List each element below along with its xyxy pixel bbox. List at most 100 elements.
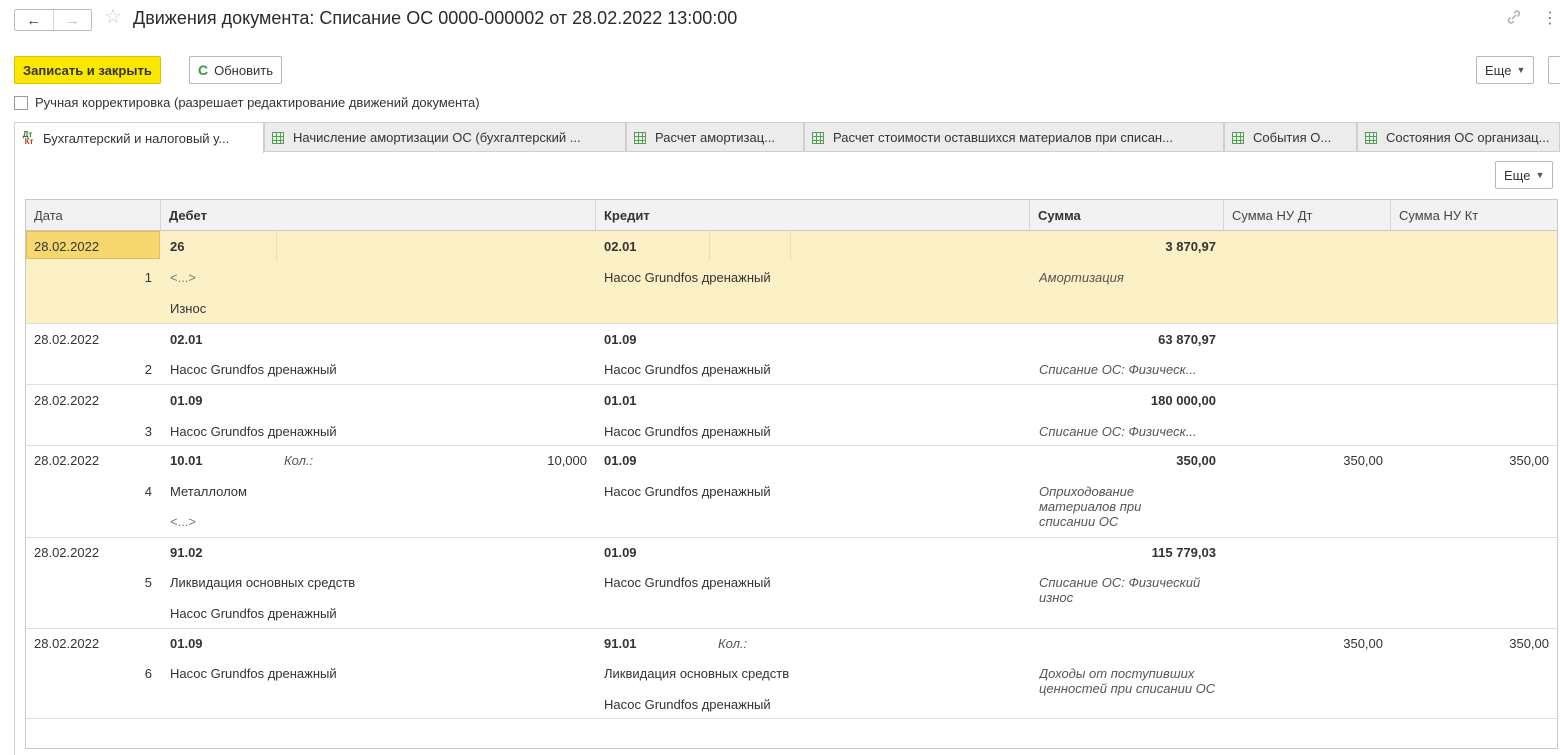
cell-date: 28.02.2022: [34, 332, 100, 347]
cell-debit-account: 26: [170, 239, 185, 254]
tab-events[interactable]: События О...: [1224, 122, 1357, 152]
panel-more-button[interactable]: Еще ▼: [1495, 161, 1554, 189]
register-icon: [1364, 131, 1377, 144]
chevron-down-icon: ▼: [1516, 65, 1526, 75]
more-label: Еще: [1504, 167, 1531, 183]
more-label: Еще: [1485, 62, 1512, 78]
column-header-debit[interactable]: Дебет: [161, 200, 596, 230]
cell-row-number: 2: [144, 362, 152, 377]
tab-label: Состояния ОС организац...: [1386, 130, 1550, 145]
cell-credit-subconto-1: Насос Grundfos дренажный: [604, 484, 771, 499]
cell-nu-kt: 350,00: [1509, 636, 1549, 651]
cell-debit-account: 91.02: [170, 545, 203, 560]
cell-sum: 350,00: [1176, 453, 1216, 468]
cell-sum: 180 000,00: [1150, 393, 1216, 408]
cell-debit-subconto-1: Металлолом: [170, 484, 247, 499]
cell-row-number: 3: [144, 424, 152, 439]
cell-debit-subconto-2: <...>: [170, 514, 197, 529]
cell-sum: 63 870,97: [1158, 332, 1216, 347]
cell-row-number: 4: [144, 484, 152, 499]
cell-date: 28.02.2022: [34, 453, 100, 468]
column-header-nu-kt[interactable]: Сумма НУ Кт: [1391, 200, 1557, 230]
table-row[interactable]: 28.02.2022 1 26 <...> Износ 02.01 Насос …: [26, 231, 1557, 324]
cell-debit-account: 01.09: [170, 636, 203, 651]
window-header: ← → ☆ Движения документа: Списание ОС 00…: [0, 0, 1560, 40]
link-icon[interactable]: [1506, 9, 1522, 30]
cell-credit-account: 91.01: [604, 636, 637, 651]
cell-debit-account: 10.01: [170, 453, 203, 468]
refresh-label: Обновить: [214, 62, 273, 78]
cell-debit-subconto-2: Насос Grundfos дренажный: [170, 606, 337, 621]
cell-credit-subconto-1: Ликвидация основных средств: [604, 666, 790, 681]
tab-accounting[interactable]: Дт Кт Бухгалтерский и налоговый у...: [14, 122, 264, 153]
page-title: Движения документа: Списание ОС 0000-000…: [133, 8, 738, 28]
cell-credit-account: 01.09: [604, 453, 637, 468]
cell-debit-subconto-2: Износ: [170, 301, 207, 316]
manual-edit-label: Ручная корректировка (разрешает редактир…: [35, 95, 480, 110]
navigation-buttons: ← →: [14, 9, 92, 31]
cell-content: Списание ОС: Физическ...: [1039, 362, 1197, 377]
table-row[interactable]: 28.02.2022 2 02.01 Насос Grundfos дренаж…: [26, 324, 1557, 385]
tab-depreciation-accrual[interactable]: Начисление амортизации ОС (бухгалтерский…: [264, 122, 626, 152]
column-header-sum[interactable]: Сумма: [1030, 200, 1224, 230]
forward-arrow-icon[interactable]: →: [54, 10, 92, 30]
cell-content: Амортизация: [1039, 270, 1124, 285]
column-header-date[interactable]: Дата: [26, 200, 161, 230]
tab-remaining-materials[interactable]: Расчет стоимости оставшихся материалов п…: [804, 122, 1224, 152]
extra-toolbar-button[interactable]: [1548, 56, 1560, 84]
more-menu-icon[interactable]: ⋮: [1542, 8, 1558, 28]
table-row[interactable]: 28.02.2022 4 10.01 Кол.: 10,000 Металлол…: [26, 446, 1557, 538]
postings-table[interactable]: Дата Дебет Кредит Сумма Сумма НУ Дт Сумм…: [25, 199, 1558, 749]
cell-credit-account: 01.09: [604, 332, 637, 347]
save-and-close-button[interactable]: Записать и закрыть: [14, 56, 161, 84]
cell-debit-account: 01.09: [170, 393, 203, 408]
table-row[interactable]: 28.02.2022 3 01.09 Насос Grundfos дренаж…: [26, 385, 1557, 446]
refresh-icon: C: [198, 62, 209, 78]
cell-sum: 115 779,03: [1151, 545, 1216, 560]
cell-debit-subconto-1: <...>: [170, 270, 197, 285]
refresh-button[interactable]: C Обновить: [189, 56, 282, 84]
manual-edit-checkbox[interactable]: [14, 95, 28, 110]
cell-credit-subconto-1: Насос Grundfos дренажный: [604, 575, 771, 590]
cell-credit-account: 01.01: [604, 393, 637, 408]
tab-states[interactable]: Состояния ОС организац...: [1357, 122, 1560, 152]
cell-debit-qty: 10,000: [547, 453, 587, 468]
cell-nu-dt: 350,00: [1343, 636, 1383, 651]
tab-label: Расчет стоимости оставшихся материалов п…: [833, 130, 1173, 145]
favorite-star-icon[interactable]: ☆: [104, 7, 122, 27]
cell-content: Списание ОС: Физическ...: [1039, 424, 1197, 439]
table-row[interactable]: 28.02.2022 6 01.09 Насос Grundfos дренаж…: [26, 629, 1557, 719]
cell-content: Доходы от поступивших ценностей при спис…: [1039, 666, 1216, 696]
cell-credit-account: 01.09: [604, 545, 637, 560]
cell-sum: 3 870,97: [1165, 239, 1216, 254]
cell-row-number: 6: [144, 666, 152, 681]
cell-date: 28.02.2022: [34, 239, 100, 254]
cell-credit-subconto-1: Насос Grundfos дренажный: [604, 424, 771, 439]
cell-debit-subconto-1: Насос Grundfos дренажный: [170, 424, 337, 439]
register-icon: [811, 131, 824, 144]
manual-edit-row[interactable]: Ручная корректировка (разрешает редактир…: [14, 95, 480, 110]
column-header-credit[interactable]: Кредит: [596, 200, 1030, 230]
cell-date: 28.02.2022: [34, 545, 100, 560]
tab-label: Начисление амортизации ОС (бухгалтерский…: [293, 130, 581, 145]
cell-debit-qty-label: Кол.:: [284, 453, 314, 468]
register-tabs: Дт Кт Бухгалтерский и налоговый у... Начи…: [14, 122, 1560, 153]
cell-row-number: 5: [144, 575, 152, 590]
cell-debit-subconto-1: Насос Grundfos дренажный: [170, 362, 337, 377]
cell-content: Списание ОС: Физический износ: [1039, 575, 1201, 605]
cell-date: 28.02.2022: [34, 636, 100, 651]
column-header-nu-dt[interactable]: Сумма НУ Дт: [1224, 200, 1391, 230]
tab-depreciation-calc[interactable]: Расчет амортизац...: [626, 122, 804, 152]
dt-kt-icon: Дт Кт: [22, 130, 34, 146]
more-button[interactable]: Еще ▼: [1476, 56, 1535, 84]
register-icon: [633, 131, 646, 144]
tab-label: События О...: [1253, 130, 1332, 145]
cell-credit-qty-label: Кол.:: [718, 636, 748, 651]
cell-content: Оприходование материалов при списании ОС: [1039, 484, 1142, 529]
register-icon: [271, 131, 284, 144]
back-arrow-icon[interactable]: ←: [15, 10, 54, 30]
cell-debit-subconto-1: Ликвидация основных средств: [170, 575, 356, 590]
cell-debit-subconto-1: Насос Grundfos дренажный: [170, 666, 337, 681]
cell-credit-subconto-1: Насос Grundfos дренажный: [604, 362, 771, 377]
table-row[interactable]: 28.02.2022 5 91.02 Ликвидация основных с…: [26, 538, 1557, 629]
